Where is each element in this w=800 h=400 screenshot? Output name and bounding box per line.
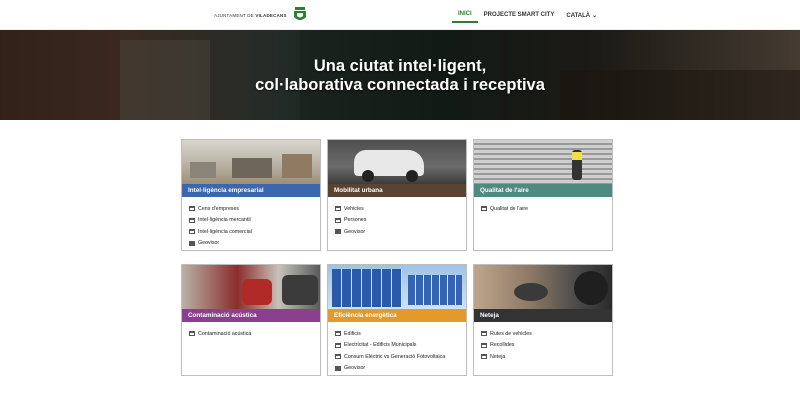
card-link-list: Rutes de vehicles Recollides Neteja: [481, 328, 532, 363]
card-link[interactable]: Vehicles: [335, 203, 366, 215]
calendar-icon: [335, 217, 341, 223]
calendar-icon: [335, 206, 341, 212]
card-contaminacio-acustica[interactable]: Contaminació acústica Contaminació acúst…: [181, 264, 321, 376]
card-eficiencia-energetica[interactable]: Eficiència energètica Edificis Electrici…: [327, 264, 467, 376]
card-title: Contaminació acústica: [182, 309, 320, 322]
brand-logo[interactable]: AJUNTAMENT DE VILADECANS: [214, 5, 307, 25]
card-image-office: [182, 140, 320, 184]
hero-banner: Una ciutat intel·ligent, col·laborativa …: [0, 30, 800, 120]
card-link[interactable]: Intel·ligència comercial: [189, 226, 252, 238]
nav-language-select[interactable]: CATALÀ ⌄: [560, 10, 603, 23]
card-link[interactable]: Intel·ligència mercantil: [189, 215, 252, 227]
card-link[interactable]: Rutes de vehicles: [481, 328, 532, 340]
card-title: Intel·ligència empresarial: [182, 184, 320, 197]
card-qualitat-aire[interactable]: Qualitat de l'aire Qualitat de l'aire: [473, 139, 613, 251]
card-link[interactable]: Recollides: [481, 340, 532, 352]
card-title: Neteja: [474, 309, 612, 322]
language-label: CATALÀ: [566, 12, 591, 19]
calendar-icon: [481, 354, 487, 360]
calendar-icon: [189, 229, 195, 235]
card-title: Mobilitat urbana: [328, 184, 466, 197]
card-link[interactable]: Electricitat - Edificis Municipals: [335, 340, 445, 352]
card-link-list: Cens d'empreses Intel·ligència mercantil…: [189, 203, 252, 249]
hero-title-line1: Una ciutat intel·ligent,: [313, 57, 487, 75]
map-icon: [335, 365, 341, 371]
calendar-icon: [189, 217, 195, 223]
calendar-icon: [481, 342, 487, 348]
map-icon: [189, 240, 195, 246]
card-mobilitat-urbana[interactable]: Mobilitat urbana Vehicles Persones Geovi…: [327, 139, 467, 251]
nav-inici[interactable]: INICI: [452, 9, 478, 23]
calendar-icon: [481, 331, 487, 337]
card-link[interactable]: Consum Elèctric vs Generació Fotovoltaic…: [335, 351, 445, 363]
card-link-list: Qualitat de l'aire: [481, 203, 528, 215]
card-image-street-sweeper: [474, 265, 612, 309]
brand-text: AJUNTAMENT DE VILADECANS: [214, 13, 287, 18]
card-link[interactable]: Neteja: [481, 351, 532, 363]
calendar-icon: [335, 331, 341, 337]
city-crest-icon: [293, 7, 306, 20]
chevron-down-icon: ⌄: [592, 12, 598, 19]
card-image-traffic: [182, 265, 320, 309]
site-header: AJUNTAMENT DE VILADECANS INICI PROJECTE …: [0, 0, 800, 30]
card-link[interactable]: Cens d'empreses: [189, 203, 252, 215]
card-image-solar-panels: [328, 265, 466, 309]
calendar-icon: [335, 342, 341, 348]
main-nav: INICI PROJECTE SMART CITY CATALÀ ⌄: [452, 9, 603, 23]
card-link[interactable]: Persones: [335, 215, 366, 227]
card-link[interactable]: Edificis: [335, 328, 445, 340]
card-link[interactable]: Geovisor: [335, 363, 445, 375]
calendar-icon: [189, 331, 195, 337]
nav-projecte-smart-city[interactable]: PROJECTE SMART CITY: [478, 10, 561, 22]
calendar-icon: [189, 206, 195, 212]
card-link-list: Edificis Electricitat - Edificis Municip…: [335, 328, 445, 374]
card-link[interactable]: Geovisor: [335, 226, 366, 238]
map-icon: [335, 229, 341, 235]
card-title: Qualitat de l'aire: [474, 184, 612, 197]
card-intelligencia-empresarial[interactable]: Intel·ligència empresarial Cens d'empres…: [181, 139, 321, 251]
hero-title-line2: col·laborativa connectada i receptiva: [255, 76, 545, 94]
brand-prefix: AJUNTAMENT DE: [214, 12, 254, 18]
card-link[interactable]: Contaminació acústica: [189, 328, 251, 340]
hero-title: Una ciutat intel·ligent, col·laborativa …: [0, 57, 800, 95]
card-title: Eficiència energètica: [328, 309, 466, 322]
brand-city: VILADECANS: [255, 12, 287, 18]
card-neteja[interactable]: Neteja Rutes de vehicles Recollides Nete…: [473, 264, 613, 376]
card-link[interactable]: Geovisor: [189, 238, 252, 250]
calendar-icon: [335, 354, 341, 360]
card-link[interactable]: Qualitat de l'aire: [481, 203, 528, 215]
card-image-air-sensor: [474, 140, 612, 184]
card-link-list: Contaminació acústica: [189, 328, 251, 340]
card-link-list: Vehicles Persones Geovisor: [335, 203, 366, 238]
calendar-icon: [481, 206, 487, 212]
card-image-car: [328, 140, 466, 184]
